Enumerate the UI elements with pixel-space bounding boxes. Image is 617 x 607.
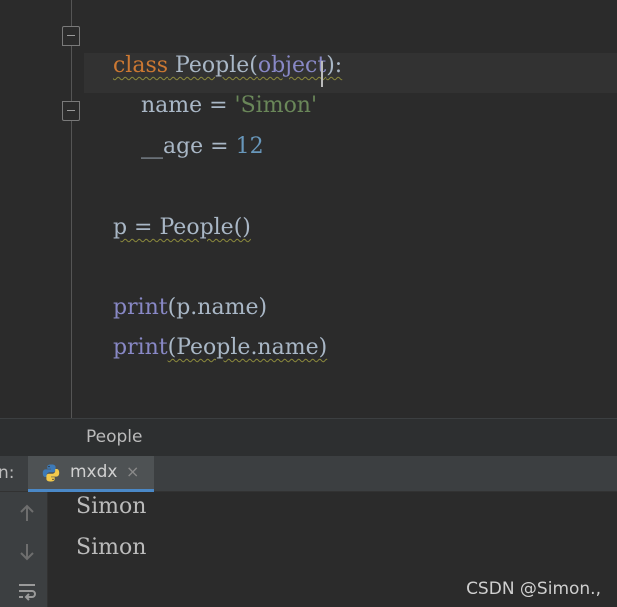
run-tab-label: mxdx <box>70 462 118 482</box>
code-line[interactable]: __age = 12 <box>85 102 264 159</box>
code-token: (People.name) <box>167 335 328 360</box>
console-toolbar <box>0 492 48 607</box>
code-token: __age = <box>112 134 236 159</box>
python-file-icon <box>42 464 60 482</box>
run-tab-bar: n: mxdx × <box>0 456 617 492</box>
code-line[interactable]: name = 'Simon' <box>85 61 317 118</box>
text-caret <box>321 61 323 87</box>
code-editor[interactable]: class People(object): name = 'Simon' __a… <box>0 0 617 418</box>
arrow-up-icon[interactable] <box>16 502 38 524</box>
code-token: ): <box>326 53 343 78</box>
run-tab-mxdx[interactable]: mxdx × <box>28 456 154 492</box>
console-output-line: Simon <box>76 535 147 560</box>
breadcrumb: People <box>0 418 617 456</box>
fold-icon[interactable] <box>62 26 80 46</box>
code-token: p = People() <box>112 215 251 240</box>
code-token: 12 <box>235 134 264 159</box>
close-icon[interactable]: × <box>126 462 139 481</box>
soft-wrap-icon[interactable] <box>16 580 38 602</box>
gutter-divider <box>71 0 72 418</box>
console-output[interactable]: Simon Simon CSDN @Simon., <box>48 492 617 607</box>
code-token: print <box>112 335 168 360</box>
fold-icon[interactable] <box>62 101 80 121</box>
console-output-line: Simon <box>76 494 147 519</box>
code-line[interactable]: print(p.name) <box>85 263 267 320</box>
watermark: CSDN @Simon., <box>466 579 601 599</box>
breadcrumb-item-people[interactable]: People <box>86 427 142 447</box>
arrow-down-icon[interactable] <box>16 541 38 563</box>
code-line[interactable]: p = People() <box>85 183 251 240</box>
code-line[interactable]: print(People.name) <box>85 303 327 360</box>
run-panel-title: n: <box>0 463 15 483</box>
code-line[interactable]: class People(object): <box>85 21 342 78</box>
